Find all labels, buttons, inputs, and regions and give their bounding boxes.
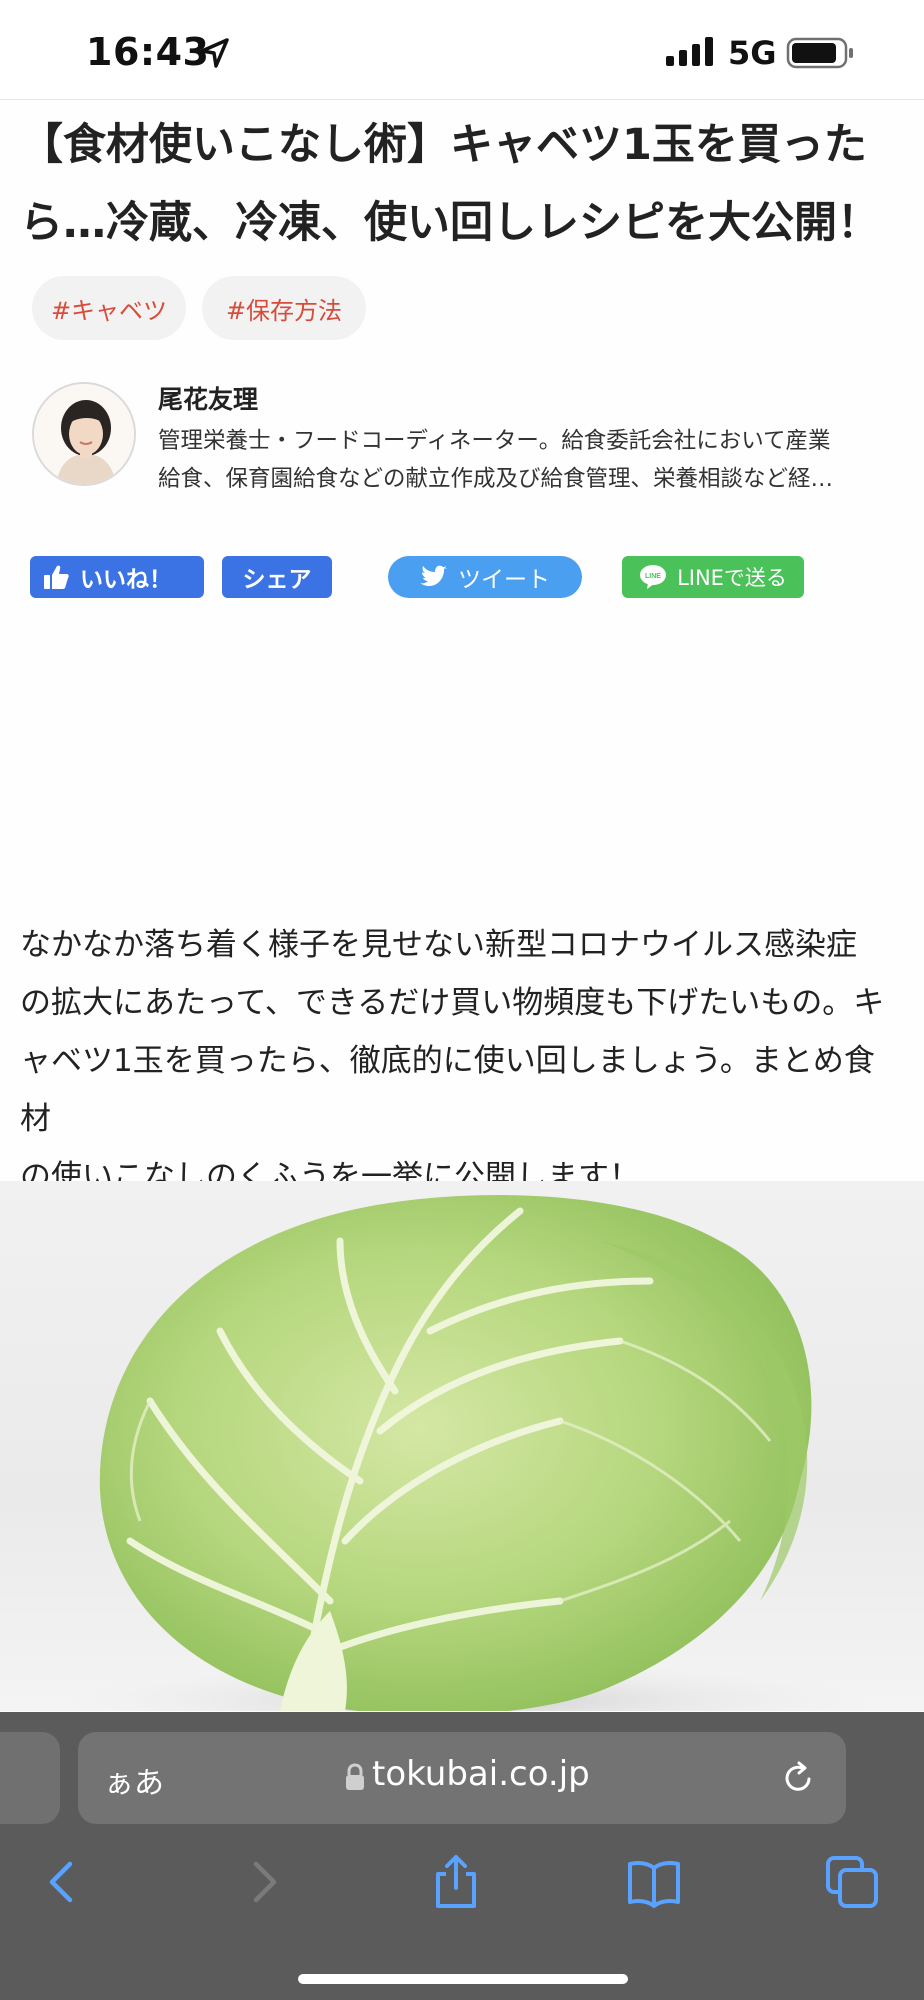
article-title-line1: 【食材使いこなし術】キャベツ1玉を買った <box>20 120 867 170</box>
network-label: 5G <box>728 34 777 72</box>
lock-icon <box>346 1763 364 1790</box>
author-portrait-icon <box>34 384 134 484</box>
lead-line2: の拡大にあたって、できるだけ買い物頻度も下げたいもの。キ <box>20 985 885 1021</box>
article-page: 16:43 5G 【食材使いこなし術】キャベツ1玉を買った ら…冷蔵、冷凍、使い… <box>0 0 924 2000</box>
like-label: いいね！ <box>80 567 172 593</box>
address-bar[interactable]: ぁあ tokubai.co.jp <box>78 1732 846 1824</box>
svg-text:LINE: LINE <box>645 573 661 580</box>
thumbs-up-icon <box>44 565 69 589</box>
hero-image <box>0 1181 924 1711</box>
status-bar: 16:43 5G <box>0 0 924 100</box>
back-icon[interactable] <box>32 1852 92 1912</box>
location-arrow-icon <box>200 38 229 68</box>
author-name[interactable]: 尾花友理 <box>158 380 258 416</box>
signal-bars-icon <box>666 37 713 66</box>
text-size-button[interactable]: ぁあ <box>104 1758 164 1802</box>
url-text[interactable]: tokubai.co.jp <box>372 1754 590 1794</box>
line-send-button[interactable]: LINE LINEで送る <box>622 556 804 598</box>
cabbage-image <box>50 1195 890 1711</box>
tabs-icon[interactable] <box>822 1852 882 1912</box>
author-bio: 管理栄養士・フードコーディネーター。給食委託会社において産業 給食、保育園給食な… <box>158 422 888 498</box>
previous-tab-preview[interactable] <box>0 1732 60 1824</box>
twitter-bird-icon <box>420 565 447 586</box>
battery-icon <box>786 37 853 69</box>
reload-icon[interactable] <box>778 1758 818 1798</box>
article-lead: なかなか落ち着く様子を見せない新型コロナウイルス感染症 の拡大にあたって、できる… <box>20 916 904 1206</box>
author-bio-line2: 給食、保育園給食などの献立作成及び給食管理、栄養相談など経… <box>158 466 834 492</box>
lead-line1: なかなか落ち着く様子を見せない新型コロナウイルス感染症 <box>20 927 857 963</box>
tweet-label: ツイート <box>458 567 550 593</box>
article-title-line2: ら…冷蔵、冷凍、使い回しレシピを大公開！ <box>20 198 880 248</box>
browser-toolbar: ぁあ tokubai.co.jp <box>0 1712 924 2000</box>
tag-cabbage[interactable]: #キャベツ <box>32 276 186 340</box>
tweet-button[interactable]: ツイート <box>388 556 582 598</box>
status-time: 16:43 <box>86 30 210 74</box>
author-bio-line1: 管理栄養士・フードコーディネーター。給食委託会社において産業 <box>158 428 831 454</box>
facebook-like-button[interactable]: いいね！ <box>30 556 204 598</box>
tag-storage-method[interactable]: #保存方法 <box>202 276 366 340</box>
facebook-share-button[interactable]: シェア <box>222 556 332 598</box>
article-title: 【食材使いこなし術】キャベツ1玉を買った ら…冷蔵、冷凍、使い回しレシピを大公開… <box>20 106 900 262</box>
home-indicator <box>298 1974 628 1984</box>
line-logo-icon: LINE <box>640 565 667 589</box>
bookmarks-icon[interactable] <box>624 1852 684 1912</box>
author-avatar[interactable] <box>32 382 136 486</box>
line-label: LINEで送る <box>677 566 787 590</box>
share-icon[interactable] <box>426 1852 486 1912</box>
forward-icon[interactable] <box>234 1852 294 1912</box>
lead-line3: ャベツ1玉を買ったら、徹底的に使い回しましょう。まとめ食材 <box>20 1043 875 1137</box>
